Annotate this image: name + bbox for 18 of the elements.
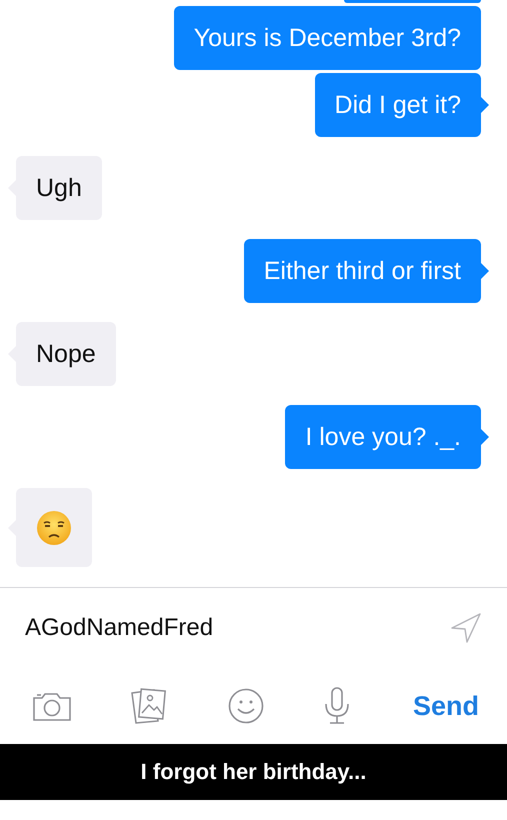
- message-bubble: Ugh: [16, 156, 102, 220]
- send-button[interactable]: Send: [410, 686, 481, 726]
- caption: I forgot her birthday...: [140, 759, 366, 785]
- message-bubble: Nope: [16, 322, 116, 386]
- bubble-tail: [481, 263, 489, 279]
- bubble-tail: [481, 97, 489, 113]
- microphone-icon[interactable]: [323, 687, 352, 725]
- message-bubble: Did I get it?: [314, 73, 481, 137]
- smiley-icon[interactable]: [228, 688, 264, 724]
- camera-icon[interactable]: [33, 690, 71, 722]
- send-arrow-icon[interactable]: [449, 611, 483, 645]
- bubble-tail: [481, 429, 489, 445]
- message-bubble: I love you? ._.: [285, 405, 481, 469]
- unamused-face-icon: [36, 510, 72, 546]
- message-bubble: Either third or first: [244, 239, 481, 303]
- message-field[interactable]: AGodNamedFred: [22, 611, 449, 645]
- message-bubble: Yours is December 3rd?: [174, 6, 481, 70]
- photos-icon[interactable]: [130, 688, 168, 724]
